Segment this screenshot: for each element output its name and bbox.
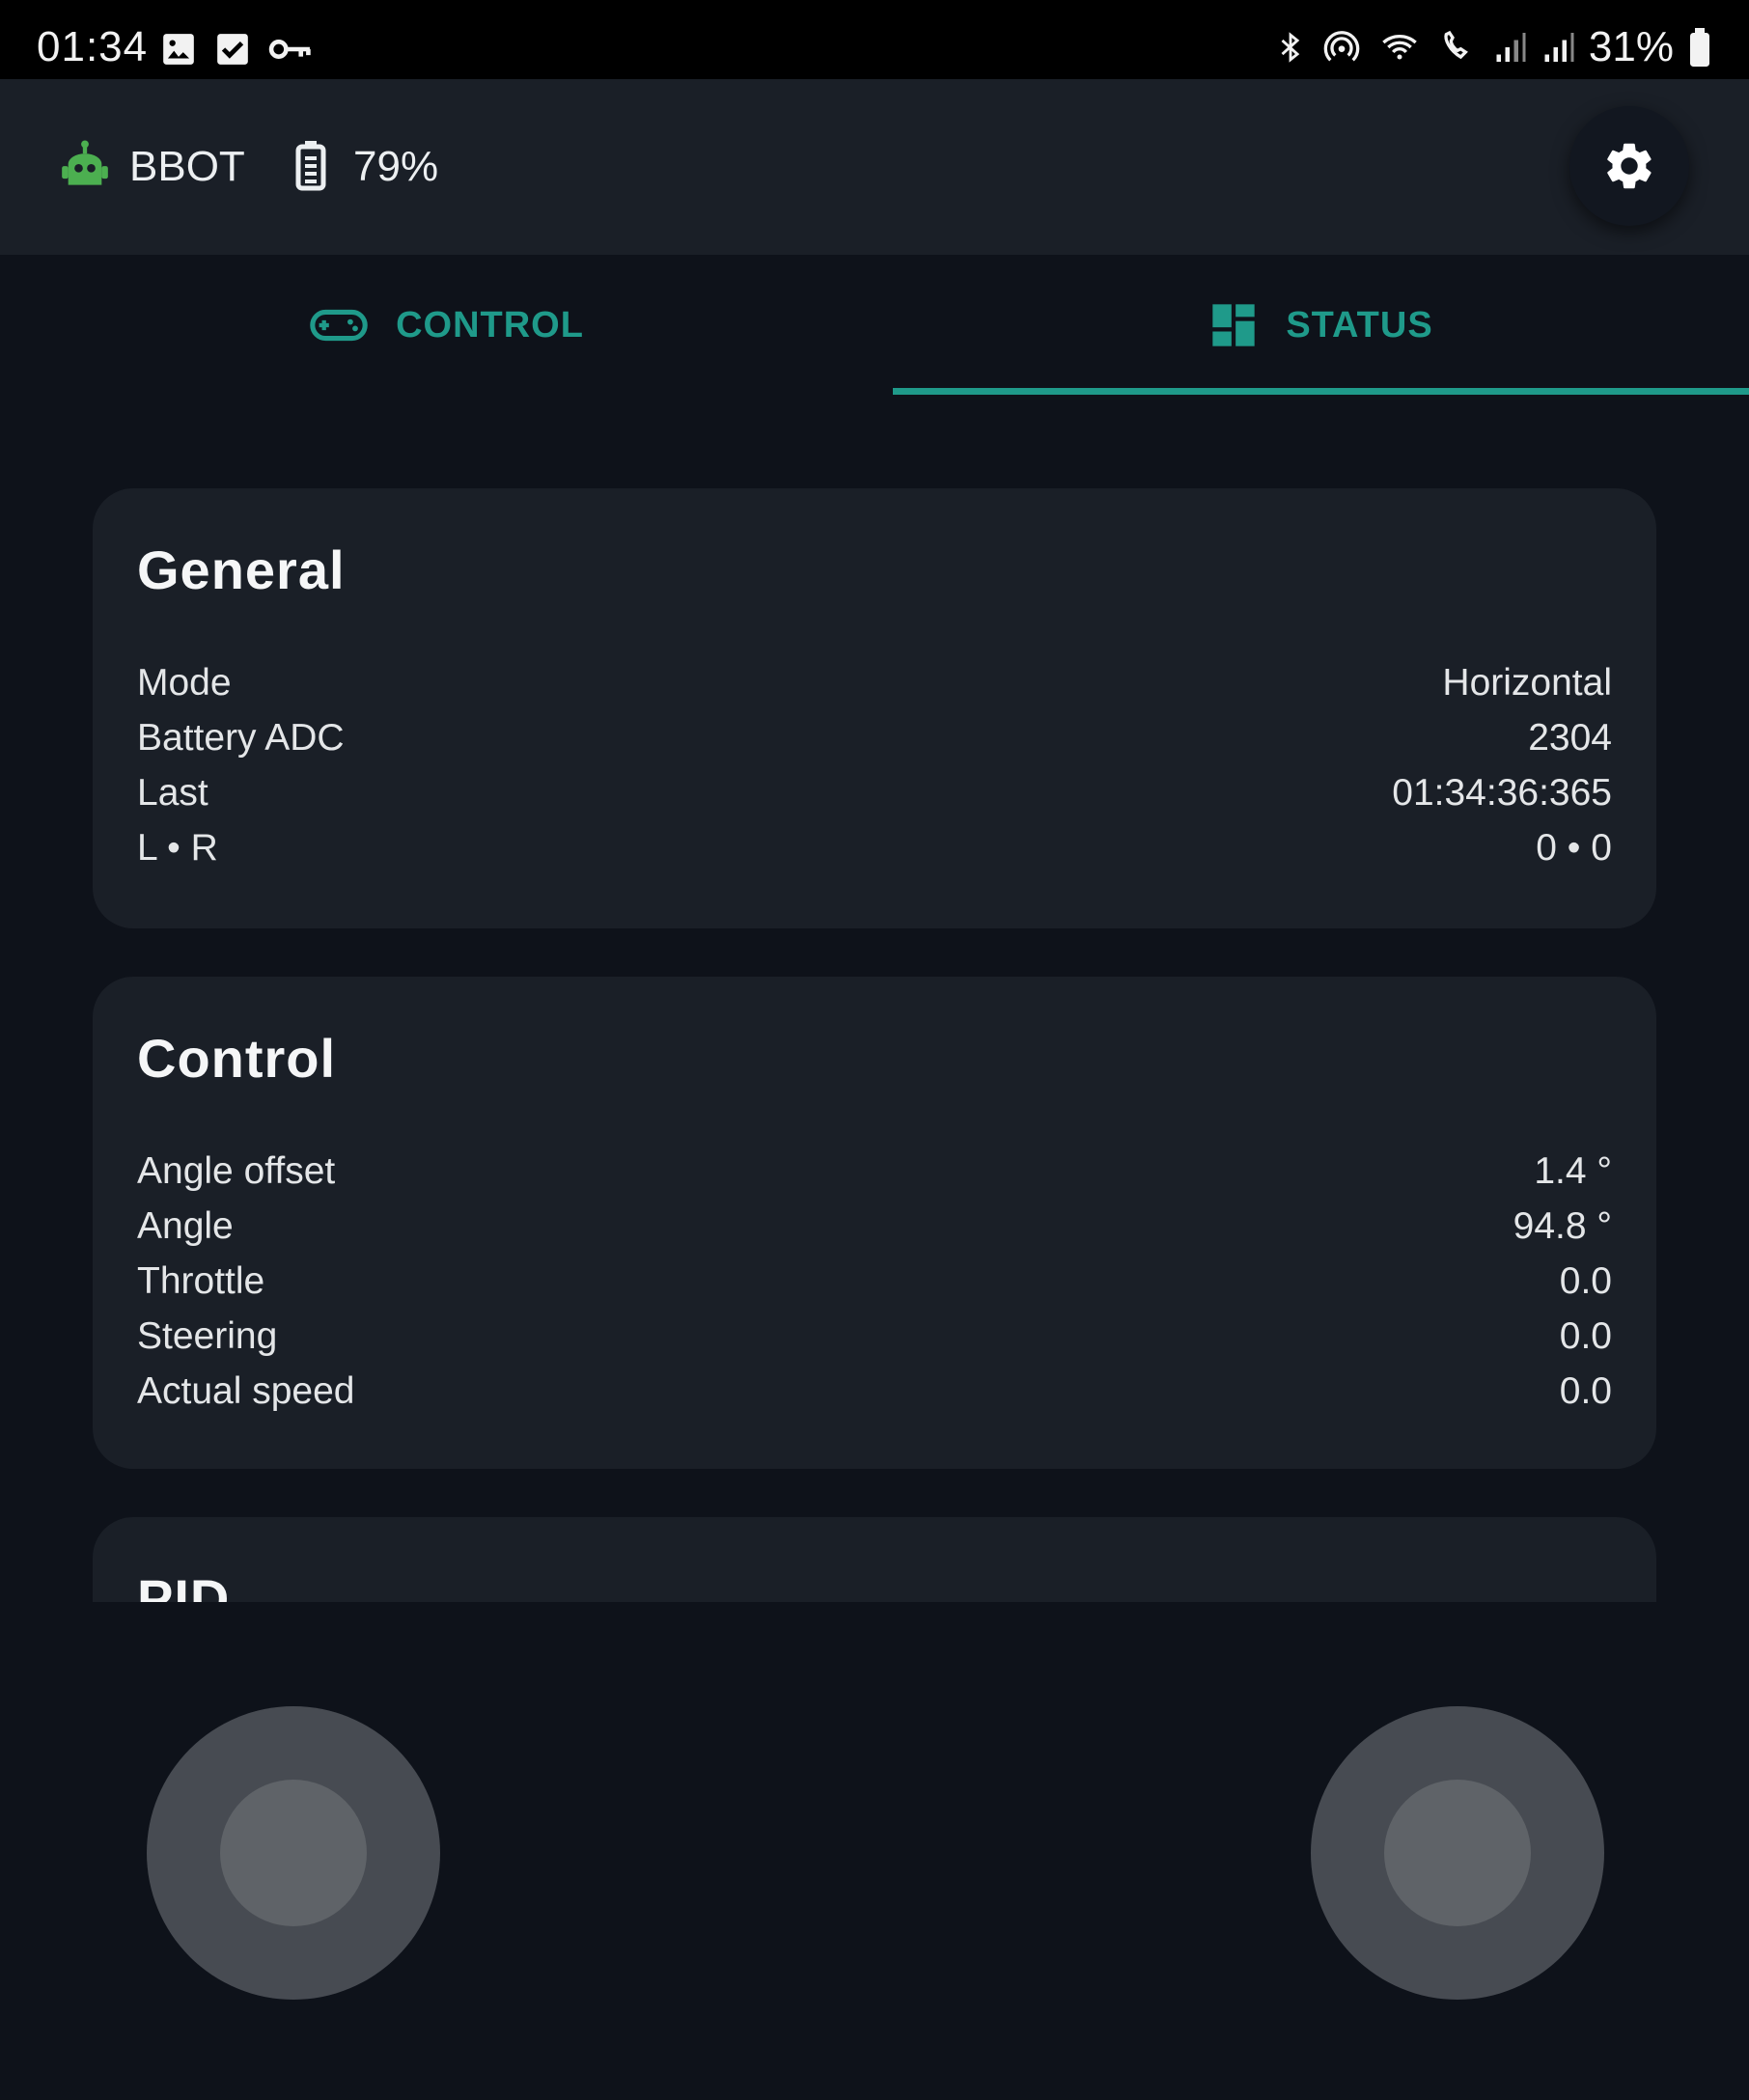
robot-battery-icon: [295, 141, 326, 191]
row-value: 01:34:36:365: [1392, 771, 1612, 814]
dashboard-icon: [1212, 304, 1255, 346]
tab-indicator: [893, 388, 1749, 395]
right-joystick[interactable]: [1311, 1706, 1604, 2000]
row-label: Angle offset: [137, 1149, 336, 1192]
list-item: Battery ADC 2304: [137, 710, 1612, 765]
card-title: General: [137, 539, 346, 600]
settings-button[interactable]: [1569, 106, 1689, 226]
left-joystick[interactable]: [147, 1706, 440, 2000]
row-label: Mode: [137, 661, 232, 704]
tab-control-label: CONTROL: [396, 304, 584, 345]
card-title: PID: [137, 1568, 231, 1602]
row-label: Actual speed: [137, 1369, 355, 1412]
robot-icon: [62, 140, 108, 185]
device-battery-text: 31%: [1588, 23, 1674, 70]
row-value: 2304: [1528, 716, 1612, 759]
list-item: Steering 0.0: [137, 1309, 1612, 1364]
status-time: 01:34: [37, 23, 149, 70]
row-value: 0.0: [1559, 1369, 1612, 1412]
row-value: 0 • 0: [1536, 826, 1612, 869]
row-label: Angle: [137, 1204, 234, 1247]
list-item: Angle offset 1.4 °: [137, 1144, 1612, 1199]
row-label: Throttle: [137, 1259, 265, 1302]
signal-icon: [1496, 33, 1526, 62]
tab-control[interactable]: CONTROL: [0, 255, 893, 396]
list-item: Last 01:34:36:365: [137, 765, 1612, 820]
row-label: Last: [137, 771, 208, 814]
list-item: Mode Horizontal: [137, 655, 1612, 710]
tab-status-label: STATUS: [1286, 304, 1433, 345]
general-card: General Mode Horizontal Battery ADC 2304…: [93, 488, 1656, 928]
list-item: L • R 0 • 0: [137, 820, 1612, 875]
wifi-calling-icon: [1444, 30, 1468, 60]
list-item: Actual speed 0.0: [137, 1364, 1612, 1419]
right-joystick-knob[interactable]: [1384, 1780, 1531, 1926]
row-value: Horizontal: [1442, 661, 1612, 704]
tab-bar: CONTROL STATUS: [0, 255, 1749, 396]
row-label: L • R: [137, 826, 218, 869]
wifi-icon: [1382, 35, 1417, 60]
row-value: 94.8 °: [1513, 1204, 1612, 1247]
left-joystick-knob[interactable]: [220, 1780, 367, 1926]
robot-name: BBOT: [129, 143, 245, 190]
app-bar: BBOT 79%: [0, 79, 1749, 255]
system-status-bar: 01:34 31%: [0, 0, 1749, 79]
list-item: Throttle 0.0: [137, 1254, 1612, 1309]
gallery-icon: [163, 34, 194, 65]
row-label: Steering: [137, 1314, 278, 1357]
card-title: Control: [137, 1028, 337, 1089]
list-item: Angle 94.8 °: [137, 1199, 1612, 1254]
row-label: Battery ADC: [137, 716, 345, 759]
hotspot-icon: [1323, 31, 1360, 62]
robot-battery-percent: 79%: [353, 143, 439, 190]
bluetooth-icon: [1281, 32, 1300, 63]
pid-card: PID: [93, 1517, 1656, 1602]
row-value: 1.4 °: [1534, 1149, 1612, 1192]
control-card: Control Angle offset 1.4 ° Angle 94.8 ° …: [93, 977, 1656, 1469]
signal-icon-2: [1544, 33, 1574, 62]
tab-status[interactable]: STATUS: [893, 255, 1749, 396]
gamepad-icon: [310, 309, 368, 342]
checkbox-icon: [217, 34, 248, 65]
gear-icon: [1607, 143, 1652, 189]
key-icon: [268, 40, 311, 59]
status-content[interactable]: General Mode Horizontal Battery ADC 2304…: [0, 396, 1749, 1602]
row-value: 0.0: [1559, 1259, 1612, 1302]
device-battery-icon: [1690, 28, 1709, 67]
row-value: 0.0: [1559, 1314, 1612, 1357]
